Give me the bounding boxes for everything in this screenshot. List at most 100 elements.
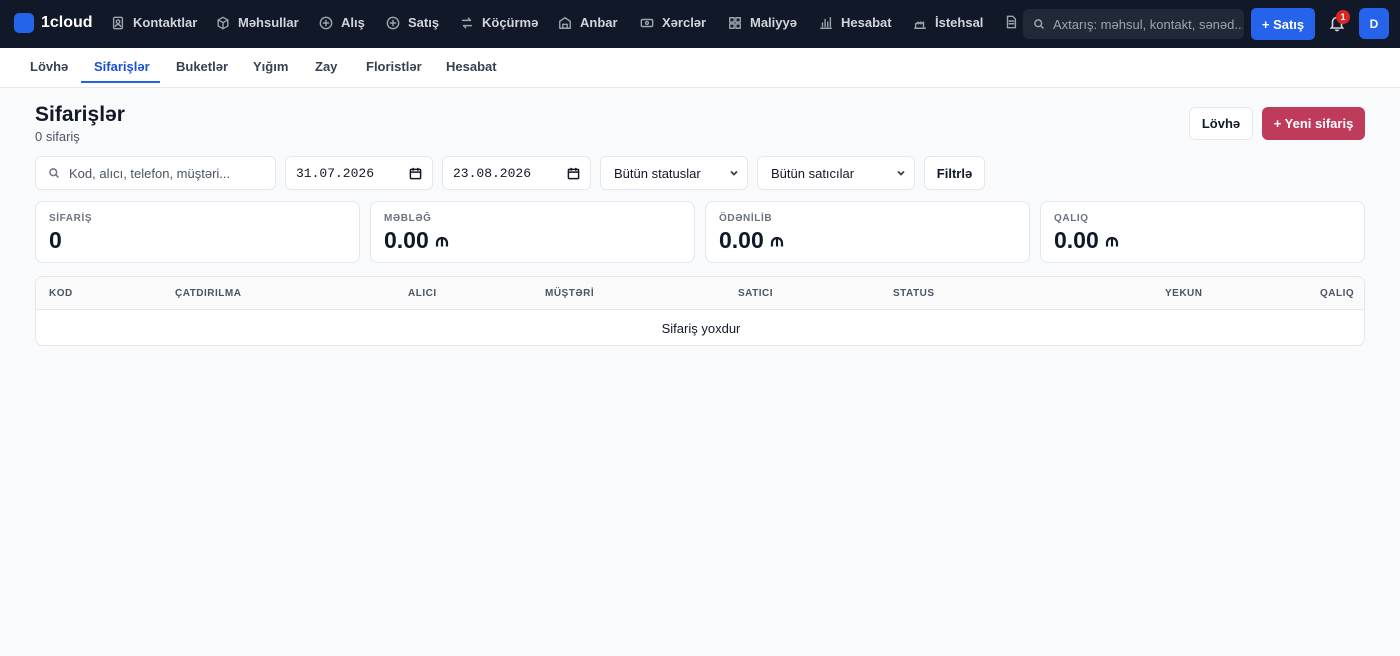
chevron-down-icon — [730, 170, 738, 176]
order-search[interactable] — [35, 156, 276, 190]
nav-item-alis[interactable]: Alış — [319, 15, 365, 30]
date-from-value: 31.07.2026 — [296, 165, 375, 181]
app-logo[interactable]: 1cloud — [14, 13, 93, 33]
stat-value-number: 0 — [49, 227, 62, 253]
manat-icon — [435, 234, 449, 248]
column-header-code[interactable]: KOD — [49, 288, 73, 299]
date-to-field[interactable]: 23.08.2026 — [442, 156, 591, 190]
notification-count-badge: 1 — [1336, 10, 1350, 24]
column-header-customer[interactable]: MÜŞTƏRİ — [545, 288, 594, 299]
board-button[interactable]: Lövhə — [1189, 107, 1253, 140]
status-select[interactable]: Bütün statuslar — [600, 156, 748, 190]
calendar-icon — [409, 167, 422, 179]
factory-icon — [914, 20, 926, 29]
status-select-value: Bütün statuslar — [614, 165, 701, 181]
search-icon — [49, 168, 60, 179]
stat-card-amount: MƏBLƏĞ 0.00 — [370, 201, 695, 263]
search-icon — [1034, 19, 1045, 30]
nav-item-maliyye[interactable]: Maliyyə — [728, 15, 797, 30]
column-header-total[interactable]: YEKUN — [1165, 288, 1203, 299]
bar-chart-icon — [820, 16, 832, 29]
stat-value-number: 0.00 — [384, 227, 429, 253]
order-search-input[interactable] — [69, 165, 259, 181]
column-header-seller[interactable]: SATICI — [738, 288, 773, 299]
seller-select[interactable]: Bütün satıcılar — [757, 156, 915, 190]
user-avatar[interactable]: D — [1359, 8, 1389, 39]
nav-item-mehsullar[interactable]: Məhsullar — [216, 15, 299, 30]
logo-mark-icon — [14, 13, 34, 33]
orders-table: KOD ÇATDIRILMA ALICI MÜŞTƏRİ SATICI STAT… — [35, 276, 1365, 346]
nav-item-label: Kontaktlar — [133, 15, 198, 30]
nav-item-label: Maliyyə — [750, 15, 797, 30]
calendar-icon — [567, 167, 580, 179]
plus-circle-icon — [386, 16, 400, 29]
empty-state-message: Sifariş yoxdur — [661, 320, 741, 336]
stat-card-balance: QALIQ 0.00 — [1040, 201, 1365, 263]
stat-value-number: 0.00 — [719, 227, 764, 253]
active-tab-indicator — [81, 81, 160, 83]
tab-zay[interactable]: Zay — [315, 59, 337, 74]
app-name: 1cloud — [41, 14, 93, 31]
sub-navigation: Lövhə Sifarişlər Buketlər Yığım Zay Flor… — [0, 48, 1400, 88]
plus-circle-icon — [319, 16, 333, 29]
banknote-icon — [640, 18, 654, 27]
page-title: Sifarişlər — [35, 103, 125, 126]
order-count: 0 sifariş — [35, 129, 80, 144]
stat-label: QALIQ — [1054, 213, 1089, 224]
nav-item-label: Xərclər — [662, 15, 707, 30]
contacts-icon — [112, 16, 124, 29]
table-header: KOD ÇATDIRILMA ALICI MÜŞTƏRİ SATICI STAT… — [36, 277, 1364, 310]
grid-icon — [729, 16, 741, 29]
column-header-balance[interactable]: QALIQ — [1320, 288, 1354, 299]
nav-item-istehsal[interactable]: İstehsal — [913, 15, 983, 30]
nav-item-anbar[interactable]: Anbar — [558, 15, 618, 30]
seller-select-value: Bütün satıcılar — [771, 165, 855, 181]
stat-value: 0.00 — [1054, 227, 1119, 254]
column-header-recipient[interactable]: ALICI — [408, 288, 437, 299]
stat-label: ÖDƏNİLİB — [719, 213, 773, 224]
nav-item-label: Hesabat — [841, 15, 892, 30]
date-from-field[interactable]: 31.07.2026 — [285, 156, 433, 190]
manat-icon — [770, 234, 784, 248]
stat-value-number: 0.00 — [1054, 227, 1099, 253]
nav-item-xercler[interactable]: Xərclər — [640, 15, 706, 30]
warehouse-icon — [559, 16, 571, 29]
tab-floristler[interactable]: Floristlər — [366, 59, 422, 74]
column-header-delivery[interactable]: ÇATDIRILMA — [175, 288, 241, 299]
date-to-value: 23.08.2026 — [453, 165, 532, 181]
nav-item-satis[interactable]: Satış — [386, 15, 439, 30]
global-search[interactable] — [1023, 9, 1244, 39]
nav-item-label: İstehsal — [935, 15, 984, 30]
stat-value: 0.00 — [719, 227, 784, 254]
nav-item-hesabat[interactable]: Hesabat — [819, 15, 892, 30]
tab-sifarisler[interactable]: Sifarişlər — [94, 59, 150, 74]
stat-label: MƏBLƏĞ — [384, 213, 432, 224]
document-icon — [1006, 15, 1017, 29]
filter-button[interactable]: Filtrlə — [924, 156, 985, 190]
new-sale-button[interactable]: + Satış — [1251, 8, 1315, 40]
chevron-down-icon — [897, 170, 905, 176]
stat-label: SİFARİŞ — [49, 213, 93, 224]
box-icon — [217, 16, 229, 29]
tab-lovhe[interactable]: Lövhə — [30, 59, 68, 74]
stat-card-orders: SİFARİŞ 0 — [35, 201, 360, 263]
nav-item-label: Satış — [408, 15, 440, 30]
top-navigation-bar: 1cloud Kontaktlar Məhsullar Alış Satış K… — [0, 0, 1400, 48]
stat-card-paid: ÖDƏNİLİB 0.00 — [705, 201, 1030, 263]
nav-item-label: Məhsullar — [238, 15, 299, 30]
tab-yigim[interactable]: Yığım — [253, 59, 288, 74]
tab-buketler[interactable]: Buketlər — [176, 59, 228, 74]
nav-item-label: Köçürmə — [482, 15, 539, 30]
stat-value: 0.00 — [384, 227, 449, 254]
column-header-status[interactable]: STATUS — [893, 288, 935, 299]
nav-item-label: Anbar — [580, 15, 618, 30]
new-order-button[interactable]: + Yeni sifariş — [1262, 107, 1365, 140]
nav-item-kontaktlar[interactable]: Kontaktlar — [111, 15, 197, 30]
nav-item-kocurme[interactable]: Köçürmə — [460, 15, 538, 30]
transfer-icon — [461, 16, 473, 29]
stat-value: 0 — [49, 227, 62, 254]
nav-item-label: Alış — [341, 15, 365, 30]
tab-hesabat[interactable]: Hesabat — [446, 59, 497, 74]
manat-icon — [1105, 234, 1119, 248]
global-search-input[interactable] — [1053, 16, 1243, 32]
